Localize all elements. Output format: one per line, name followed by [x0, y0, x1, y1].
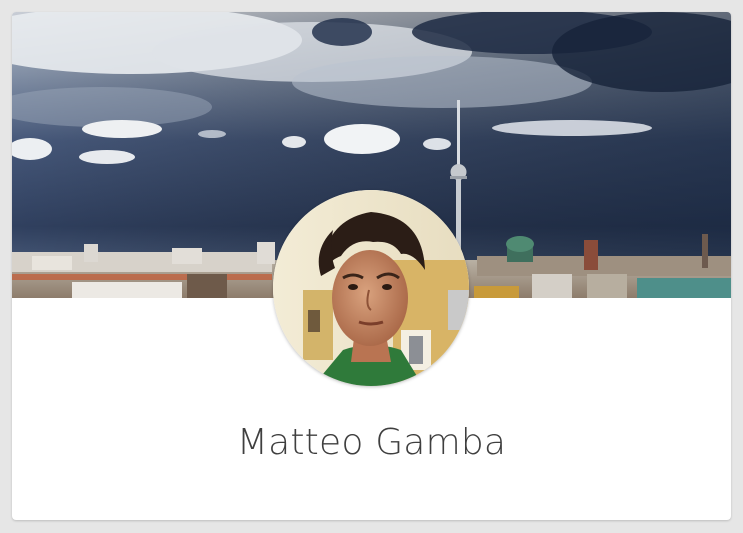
- avatar[interactable]: [273, 190, 469, 386]
- profile-card: Matteo Gamba: [12, 12, 731, 520]
- profile-name: Matteo Gamba: [236, 422, 507, 463]
- avatar-portrait-image: [273, 190, 469, 386]
